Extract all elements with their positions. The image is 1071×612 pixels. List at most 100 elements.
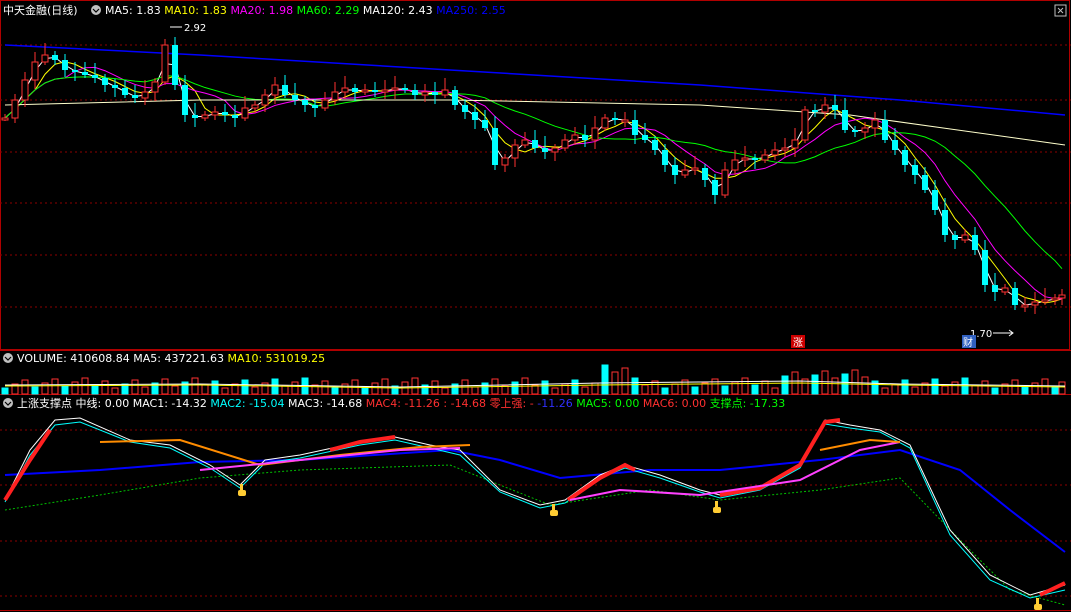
- volume-bar: [541, 380, 549, 395]
- volume-bar: [321, 380, 329, 395]
- main-indicator-5: MA250: 2.55: [436, 4, 506, 17]
- volume-bar: [161, 378, 169, 395]
- volume-bar: [771, 387, 779, 395]
- volume-bar: [751, 384, 759, 395]
- candle: [621, 112, 629, 127]
- candle: [912, 159, 918, 184]
- volume-bar: [21, 379, 29, 395]
- volume-bar: [331, 387, 339, 395]
- candle: [132, 85, 138, 103]
- candle: [832, 95, 838, 119]
- candle: [182, 75, 188, 122]
- indicator-5: MAC4: -11.26: [366, 397, 444, 410]
- volume-bar: [951, 381, 959, 395]
- volume-menu-icon[interactable]: [3, 353, 13, 363]
- volume-bar: [221, 387, 229, 395]
- main-indicator-3: MA60: 2.29: [297, 4, 363, 17]
- main-indicator-0: MA5: 1.83: [105, 4, 164, 17]
- candle: [361, 84, 369, 95]
- volume-bar: [281, 385, 289, 395]
- volume-bar: [101, 380, 109, 395]
- volume-bar: [1011, 379, 1019, 395]
- candle: [172, 37, 178, 90]
- indicator-menu-icon[interactable]: [3, 398, 13, 408]
- chart-canvas[interactable]: 2.92 1.70 涨 财 中天金融(日线) MA5: 1.83 MA10: 1…: [0, 0, 1071, 612]
- pointer-hand-icon: [1034, 598, 1042, 610]
- stock-chart-window: 2.92 1.70 涨 财 中天金融(日线) MA5: 1.83 MA10: 1…: [0, 0, 1071, 612]
- volume-bar: [781, 375, 789, 395]
- candle: [642, 123, 648, 143]
- high-annotation: 2.92: [170, 23, 206, 34]
- candle: [571, 127, 579, 145]
- candle: [1041, 288, 1049, 305]
- candle: [1058, 289, 1066, 305]
- volume-bar: [641, 384, 649, 395]
- candle: [1031, 292, 1039, 314]
- candle: [601, 114, 609, 131]
- candle: [521, 132, 529, 148]
- volume-bar: [691, 386, 699, 395]
- rise-badge[interactable]: 涨: [791, 335, 805, 349]
- candle: [282, 75, 288, 98]
- candle: [922, 167, 928, 193]
- candle: [31, 52, 39, 89]
- mac4-red-segment-3: [566, 462, 636, 502]
- close-panel-icon[interactable]: [1054, 4, 1067, 17]
- main-indicator-4: MA120: 2.43: [363, 4, 436, 17]
- mac2-cyan-line: [4, 421, 1066, 599]
- candle: [852, 126, 858, 137]
- main-menu-icon[interactable]: [91, 5, 101, 15]
- volume-bar: [1, 387, 9, 395]
- candle: [302, 96, 308, 112]
- volume-bar: [61, 385, 69, 395]
- volume-bar: [601, 364, 609, 395]
- indicator-6: : -14.68: [443, 397, 489, 410]
- candle: [492, 116, 498, 170]
- candle: [161, 39, 169, 85]
- volume-bar: [111, 387, 119, 395]
- volume-bar: [291, 381, 299, 395]
- indicator-7: 零上强: -: [490, 397, 538, 410]
- candlestick-series: [1, 37, 1066, 314]
- volume-bar: [481, 382, 489, 395]
- volume-bar: [571, 379, 579, 395]
- candle: [1021, 297, 1029, 312]
- candle: [972, 227, 978, 255]
- candle: [662, 144, 668, 172]
- volume-bar: [981, 380, 989, 395]
- volume-indicator-legend: VOLUME: 410608.84 MA5: 437221.63 MA10: 5…: [17, 352, 325, 365]
- volume-bar: [671, 383, 679, 395]
- candle: [842, 98, 848, 133]
- candle: [591, 116, 599, 149]
- high-price-label: 2.92: [184, 23, 206, 34]
- low-annotation: 1.70: [970, 329, 1014, 340]
- volume-bar: [991, 387, 999, 395]
- volume-bar: [51, 378, 59, 395]
- candle: [721, 162, 729, 198]
- volume-bar: [411, 377, 419, 395]
- volume-bar: [701, 382, 709, 395]
- candle: [321, 92, 329, 111]
- ma5-line: [4, 56, 1063, 306]
- candle: [441, 78, 449, 98]
- volume-indicator-2: MA10: 531019.25: [227, 352, 325, 365]
- volume-bar: [1031, 382, 1039, 395]
- candle: [251, 101, 259, 113]
- candle: [812, 104, 818, 117]
- finance-badge[interactable]: 财: [962, 335, 976, 349]
- indicator-legend: 上涨支撑点 中线: 0.00 MAC1: -14.32 MAC2: -15.04…: [17, 396, 785, 410]
- mac4-red-segment-2: [329, 435, 396, 452]
- volume-bar: [821, 370, 829, 395]
- volume-indicator-0: VOLUME: 410608.84: [17, 352, 133, 365]
- volume-bar: [131, 379, 139, 395]
- indicator-1: 中线: 0.00: [76, 396, 133, 410]
- candle: [402, 84, 408, 93]
- indicator-9: MAC5: 0.00: [576, 397, 643, 410]
- volume-bar: [831, 377, 839, 395]
- candle: [861, 122, 869, 139]
- volume-bar: [931, 378, 939, 395]
- candle: [11, 94, 19, 123]
- candle: [421, 84, 429, 102]
- candle: [932, 180, 938, 215]
- rise-badge-label: 涨: [793, 337, 803, 349]
